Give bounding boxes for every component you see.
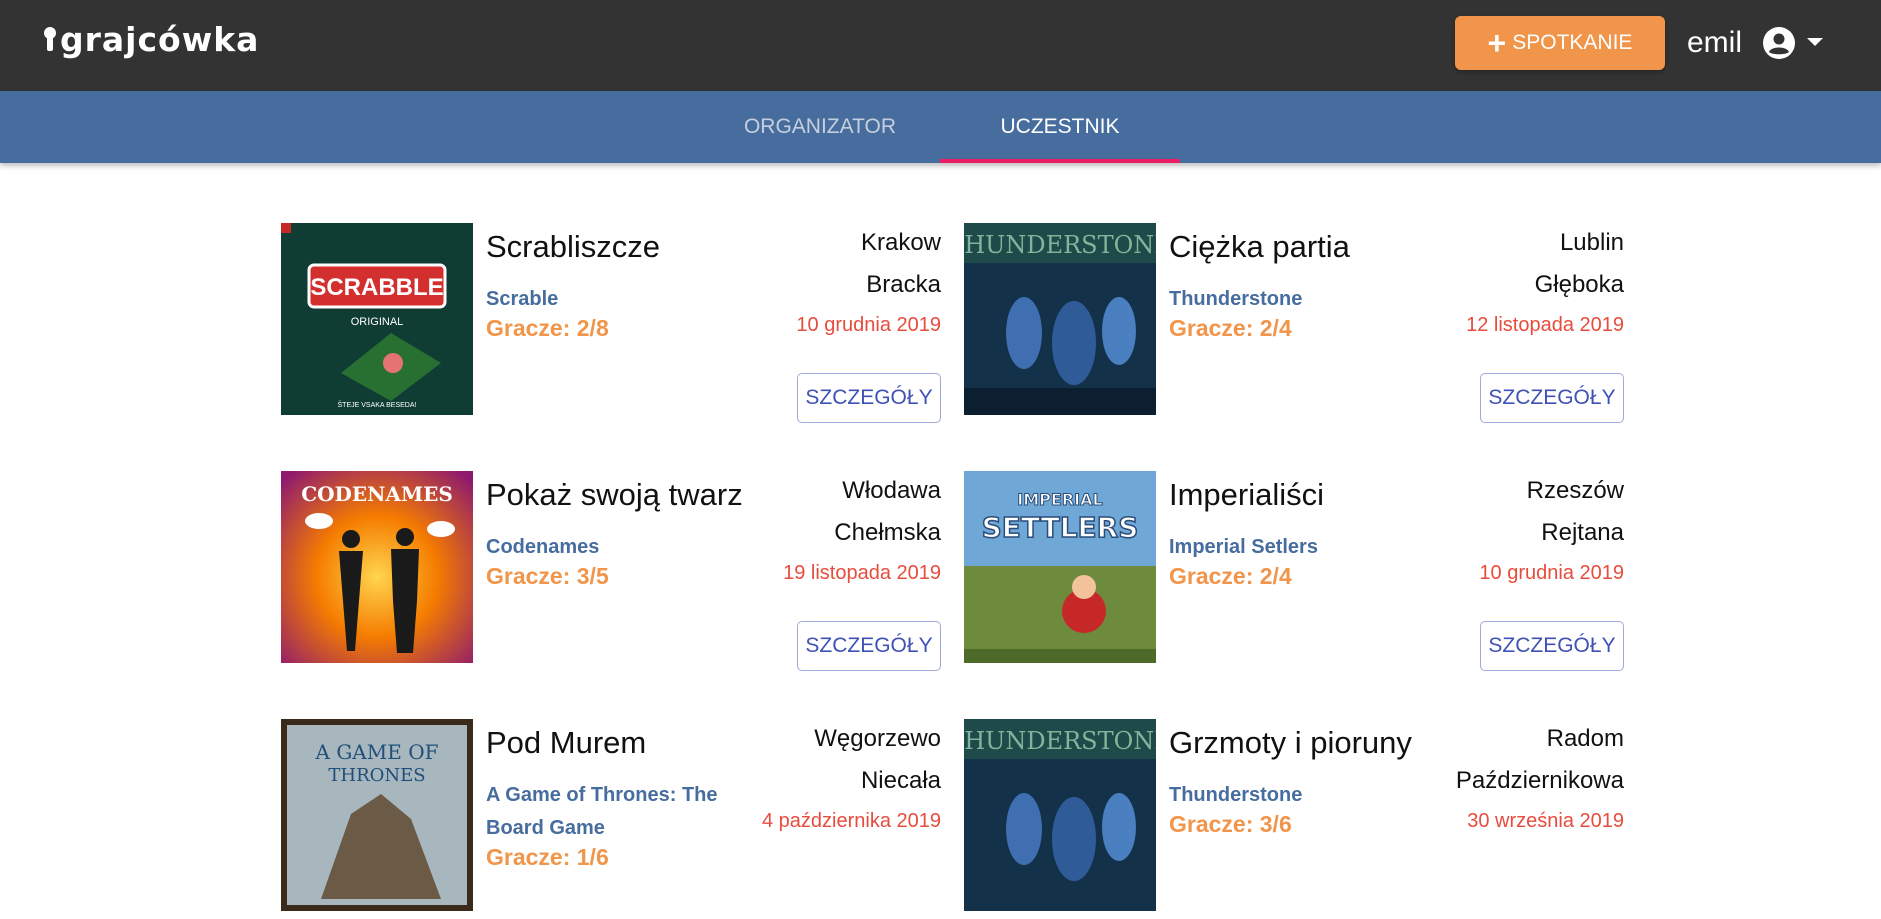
logo-text: grajcówka xyxy=(60,20,260,59)
app-logo[interactable]: grajcówka xyxy=(42,20,259,60)
game-name-link[interactable]: Imperial Setlers xyxy=(1169,531,1439,564)
game-name-link[interactable]: Codenames xyxy=(486,531,756,564)
meeting-card: THUNDERSTONE Ciężka partia Thunderstone … xyxy=(964,223,1624,423)
svg-text:ORIGINAL: ORIGINAL xyxy=(351,316,404,328)
thunderstone-cover-image: THUNDERSTONE xyxy=(964,223,1156,415)
meeting-city: Włodawa xyxy=(842,477,941,504)
game-of-thrones-cover-image: A GAME OF THRONES xyxy=(281,719,473,911)
svg-text:CODENAMES: CODENAMES xyxy=(301,482,453,506)
plus-icon: + xyxy=(1487,25,1507,61)
game-name-link[interactable]: Thunderstone xyxy=(1169,283,1439,316)
meeting-title: Pod Murem xyxy=(486,725,647,760)
meeting-date: 30 września 2019 xyxy=(1467,810,1624,832)
meeple-icon xyxy=(44,27,56,51)
meeting-title: Scrabliszcze xyxy=(486,229,660,264)
account-circle-icon[interactable] xyxy=(1762,26,1796,60)
svg-text:A GAME OF: A GAME OF xyxy=(315,740,439,764)
meeting-title: Grzmoty i pioruny xyxy=(1169,725,1412,760)
svg-text:THRONES: THRONES xyxy=(328,765,425,786)
players-count: Gracze: 3/6 xyxy=(1169,811,1292,837)
meeting-street: Październikowa xyxy=(1455,767,1624,794)
meeting-date: 10 grudnia 2019 xyxy=(1479,562,1624,584)
game-name-link[interactable]: Thunderstone xyxy=(1169,779,1439,812)
game-name-link[interactable]: Scrable xyxy=(486,283,756,316)
players-count: Gracze: 2/8 xyxy=(486,315,609,341)
tab-bar: ORGANIZATOR UCZESTNIK xyxy=(0,91,1881,163)
meeting-card: CODENAMES Pokaż swoją twarz Codenames Gr… xyxy=(281,471,941,671)
svg-text:THUNDERSTONE: THUNDERSTONE xyxy=(964,231,1156,259)
meeting-street: Bracka xyxy=(866,271,941,298)
details-button[interactable]: SZCZEGÓŁY xyxy=(797,373,941,423)
svg-text:IMPERIAL: IMPERIAL xyxy=(1017,490,1102,509)
tab-uczestnik[interactable]: UCZESTNIK xyxy=(940,91,1180,163)
svg-text:ŠTEJE VSAKA BESEDA!: ŠTEJE VSAKA BESEDA! xyxy=(338,400,417,409)
codenames-cover-image: CODENAMES xyxy=(281,471,473,663)
meeting-date: 19 listopada 2019 xyxy=(783,562,941,584)
scrabble-cover-image: SCRABBLE ORIGINAL ŠTEJE VSAKA BESEDA! xyxy=(281,223,473,415)
meeting-card: A GAME OF THRONES Pod Murem A Game of Th… xyxy=(281,719,941,919)
meeting-street: Rejtana xyxy=(1541,519,1624,546)
meeting-card: THUNDERSTONE Grzmoty i pioruny Thunderst… xyxy=(964,719,1624,919)
meeting-title: Imperialiści xyxy=(1169,477,1325,512)
meeting-date: 10 grudnia 2019 xyxy=(796,314,941,336)
svg-text:SETTLERS: SETTLERS xyxy=(982,511,1139,544)
details-button[interactable]: SZCZEGÓŁY xyxy=(797,621,941,671)
caret-down-icon[interactable] xyxy=(1807,38,1823,46)
add-meeting-button[interactable]: + SPOTKANIE xyxy=(1455,16,1665,70)
imperial-settlers-cover-image: IMPERIAL SETTLERS xyxy=(964,471,1156,663)
players-count: Gracze: 2/4 xyxy=(1169,563,1292,589)
meeting-city: Lublin xyxy=(1559,229,1624,256)
thunderstone-cover-image: THUNDERSTONE xyxy=(964,719,1156,911)
meeting-city: Rzeszów xyxy=(1526,477,1624,504)
meeting-street: Chełmska xyxy=(834,519,941,546)
meeting-date: 4 października 2019 xyxy=(761,810,941,832)
meeting-city: Węgorzewo xyxy=(814,725,941,752)
meeting-card: SCRABBLE ORIGINAL ŠTEJE VSAKA BESEDA! Sc… xyxy=(281,223,941,423)
game-name-link[interactable]: A Game of Thrones: The Board Game xyxy=(486,779,756,845)
top-app-bar: grajcówka + SPOTKANIE emil xyxy=(0,0,1881,91)
meeting-city: Radom xyxy=(1546,725,1624,752)
meeting-street: Niecała xyxy=(860,767,941,794)
meeting-title: Ciężka partia xyxy=(1169,229,1350,264)
svg-text:SCRABBLE: SCRABBLE xyxy=(310,274,443,301)
meeting-street: Głęboka xyxy=(1534,271,1624,298)
active-tab-indicator xyxy=(940,159,1180,163)
add-meeting-label: SPOTKANIE xyxy=(1512,31,1633,54)
meeting-card: IMPERIAL SETTLERS Imperialiści Imperial … xyxy=(964,471,1624,671)
meeting-title: Pokaż swoją twarz xyxy=(486,477,743,512)
players-count: Gracze: 3/5 xyxy=(486,563,609,589)
user-name[interactable]: emil xyxy=(1687,22,1742,64)
details-button[interactable]: SZCZEGÓŁY xyxy=(1480,373,1624,423)
svg-text:THUNDERSTONE: THUNDERSTONE xyxy=(964,727,1156,755)
players-count: Gracze: 2/4 xyxy=(1169,315,1292,341)
meeting-date: 12 listopada 2019 xyxy=(1466,314,1624,336)
meeting-city: Krakow xyxy=(860,229,941,256)
tab-organizator[interactable]: ORGANIZATOR xyxy=(700,91,940,163)
details-button[interactable]: SZCZEGÓŁY xyxy=(1480,621,1624,671)
